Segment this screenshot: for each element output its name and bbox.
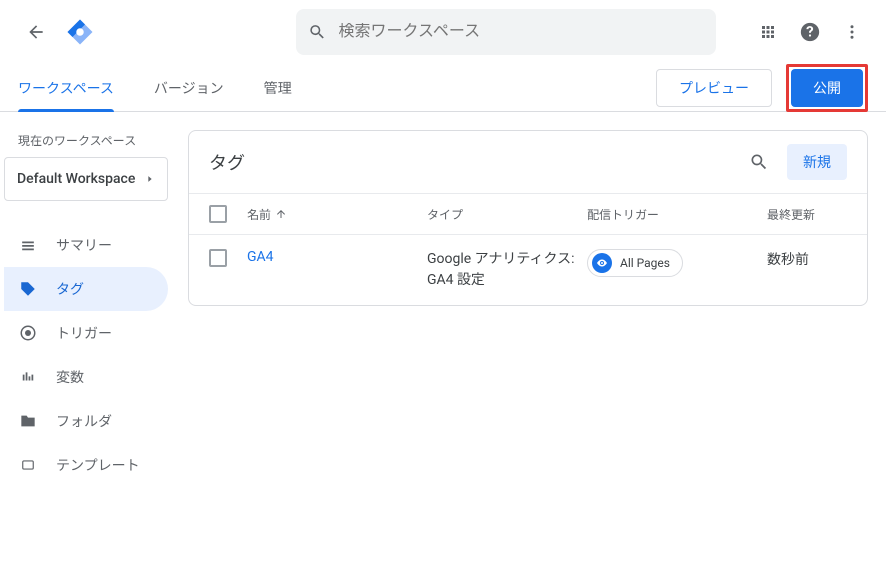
workspace-selector[interactable]: Default Workspace	[4, 157, 168, 201]
gtm-logo-icon	[65, 17, 95, 47]
back-button[interactable]	[16, 12, 56, 52]
trigger-chip[interactable]: All Pages	[587, 249, 683, 277]
tab-admin[interactable]: 管理	[264, 64, 292, 112]
search-box[interactable]	[296, 9, 716, 55]
sidebar-item-label: フォルダ	[56, 411, 112, 431]
workspace-name: Default Workspace	[17, 171, 135, 187]
tab-versions[interactable]: バージョン	[154, 64, 224, 112]
variable-icon	[18, 370, 38, 384]
sidebar-item-folders[interactable]: フォルダ	[4, 399, 168, 443]
sidebar-item-templates[interactable]: テンプレート	[4, 443, 168, 487]
sidebar-item-label: テンプレート	[56, 455, 140, 475]
sidebar-item-tags[interactable]: タグ	[4, 267, 168, 311]
search-icon	[749, 152, 769, 172]
sidebar-item-summary[interactable]: サマリー	[4, 223, 168, 267]
card-title: タグ	[209, 149, 245, 175]
more-vert-icon	[843, 23, 861, 41]
col-trigger: 配信トリガー	[587, 206, 767, 223]
sidebar-item-label: タグ	[56, 279, 84, 299]
search-icon	[308, 22, 326, 42]
sidebar-item-label: 変数	[56, 367, 84, 387]
app-logo	[64, 16, 96, 48]
col-type: タイプ	[427, 206, 587, 223]
search-input[interactable]	[338, 23, 704, 41]
sidebar-item-label: サマリー	[56, 235, 112, 255]
new-button[interactable]: 新規	[787, 144, 847, 180]
col-updated: 最終更新	[767, 206, 847, 223]
tag-updated: 数秒前	[767, 249, 847, 269]
publish-button[interactable]: 公開	[791, 69, 863, 107]
tab-workspace[interactable]: ワークスペース	[18, 64, 114, 112]
arrow-left-icon	[26, 22, 46, 42]
card-search-button[interactable]	[747, 150, 771, 174]
more-button[interactable]	[840, 20, 864, 44]
preview-button[interactable]: プレビュー	[656, 69, 772, 107]
chevron-right-icon	[145, 172, 155, 186]
sidebar-item-variables[interactable]: 変数	[4, 355, 168, 399]
apps-button[interactable]	[756, 20, 780, 44]
sort-asc-icon	[275, 208, 287, 220]
help-button[interactable]	[798, 20, 822, 44]
row-checkbox[interactable]	[209, 249, 227, 267]
table-header: 名前 タイプ 配信トリガー 最終更新	[189, 193, 867, 235]
sidebar-item-label: トリガー	[56, 323, 112, 343]
tags-card: タグ 新規 名前 タイプ 配信トリガー 最終更新 GA4	[188, 130, 868, 306]
tag-icon	[18, 280, 38, 298]
tag-name-link[interactable]: GA4	[247, 249, 274, 265]
sidebar-item-triggers[interactable]: トリガー	[4, 311, 168, 355]
trigger-icon	[18, 324, 38, 342]
template-icon	[18, 458, 38, 472]
workspace-label: 現在のワークスペース	[4, 128, 168, 157]
table-row[interactable]: GA4 Google アナリティクス: GA4 設定 All Pages 数秒前	[189, 235, 867, 305]
trigger-label: All Pages	[620, 256, 670, 270]
tag-type: Google アナリティクス: GA4 設定	[427, 249, 587, 291]
pageview-icon	[592, 253, 612, 273]
apps-icon	[759, 23, 777, 41]
col-name[interactable]: 名前	[247, 206, 427, 223]
publish-highlight: 公開	[786, 64, 868, 112]
select-all-checkbox[interactable]	[209, 205, 227, 223]
summary-icon	[18, 238, 38, 252]
help-icon	[799, 21, 821, 43]
folder-icon	[18, 413, 38, 429]
